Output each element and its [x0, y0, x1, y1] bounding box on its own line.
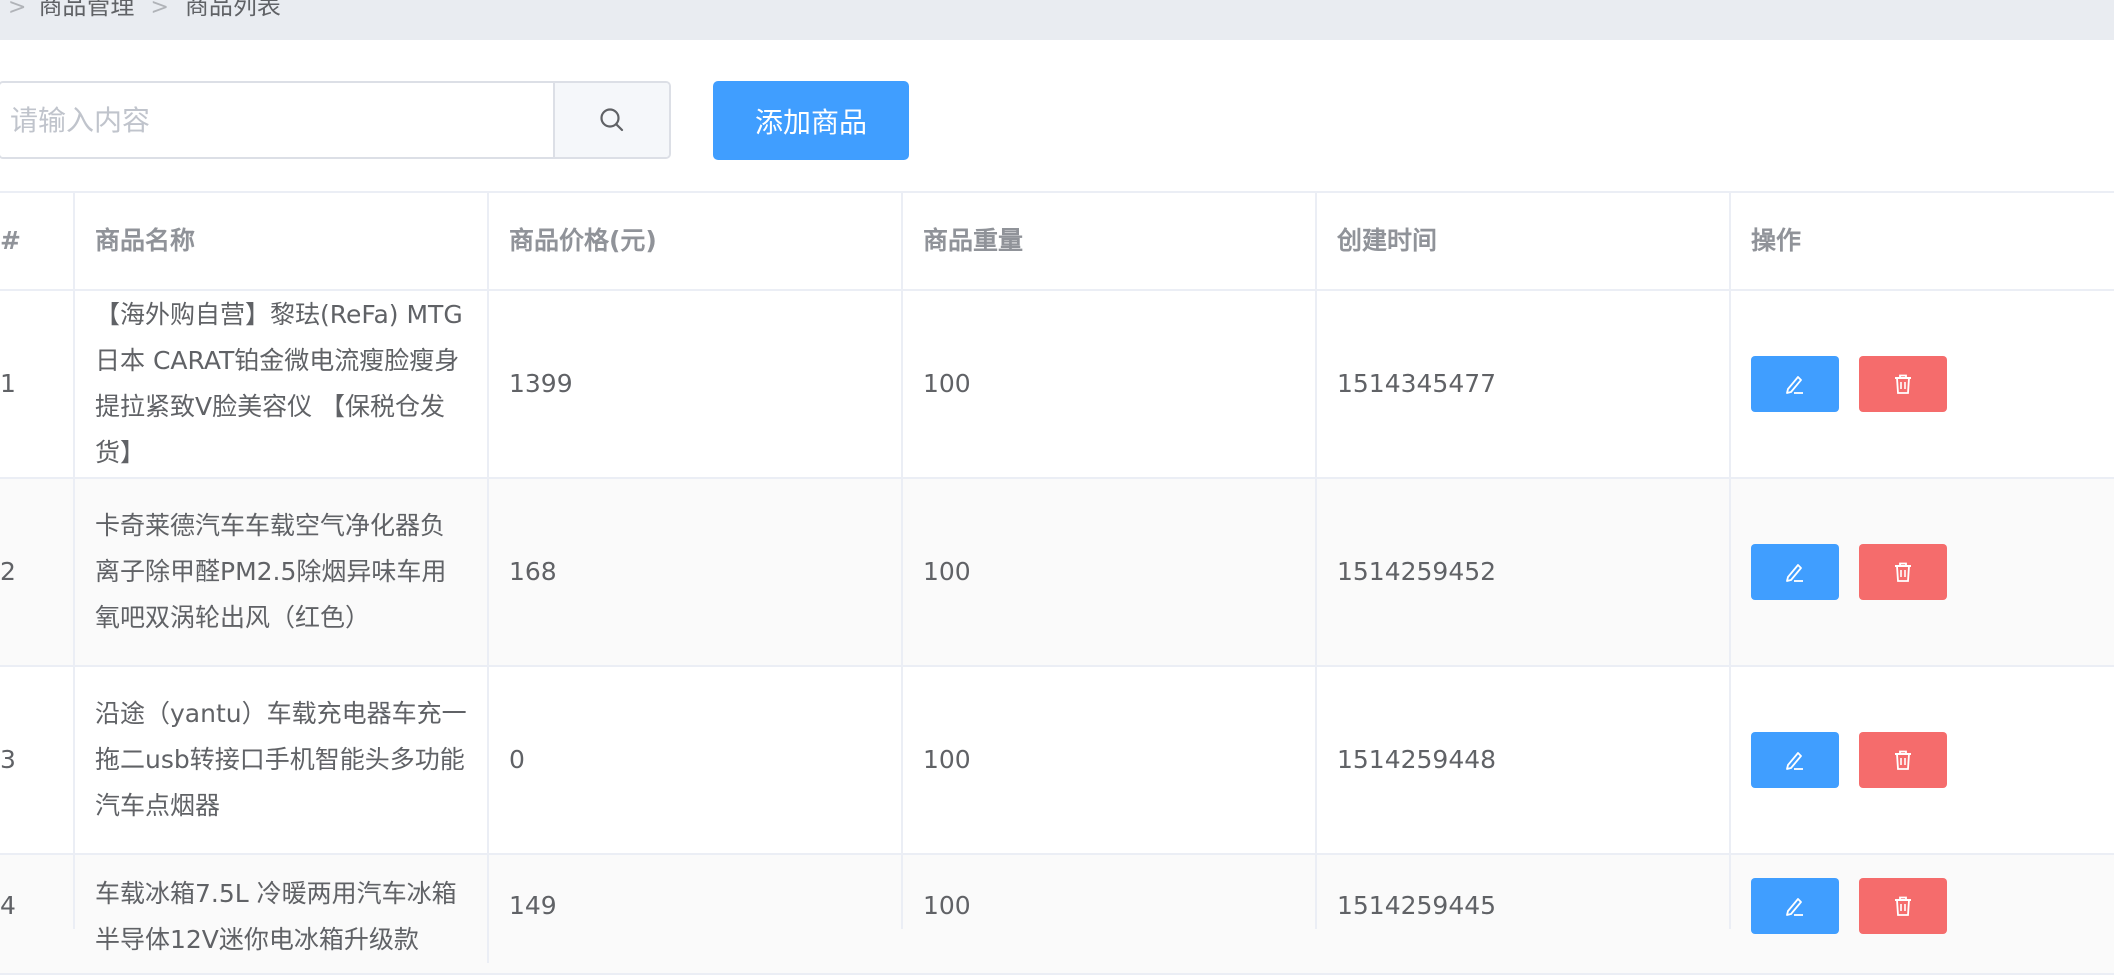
- goods-weight: 100: [903, 667, 1317, 853]
- header-price: 商品价格(元): [489, 193, 903, 289]
- goods-name-text: 沿途（yantu）车载充电器车充一拖二usb转接口手机智能头多功能汽车点烟器: [95, 699, 467, 820]
- goods-name: 【海外购自营】黎珐(ReFa) MTG日本 CARAT铂金微电流瘦脸瘦身提拉紧致…: [75, 291, 489, 477]
- breadcrumb-separator: >: [8, 0, 27, 20]
- delete-button[interactable]: [1859, 356, 1947, 412]
- edit-icon: [1786, 898, 1803, 916]
- delete-button[interactable]: [1859, 732, 1947, 788]
- goods-name-text: 车载冰箱7.5L 冷暖两用汽车冰箱半导体12V迷你电冰箱升级款: [95, 879, 457, 954]
- edit-button[interactable]: [1751, 878, 1839, 934]
- header-created: 创建时间: [1317, 193, 1731, 289]
- edit-icon: [1786, 376, 1803, 394]
- search-icon: [600, 108, 624, 132]
- goods-name-text: 【海外购自营】黎珐(ReFa) MTG日本 CARAT铂金微电流瘦脸瘦身提拉紧致…: [95, 300, 463, 467]
- trash-icon: [1895, 750, 1911, 770]
- edit-button[interactable]: [1751, 732, 1839, 788]
- edit-button[interactable]: [1751, 544, 1839, 600]
- goods-name-text: 卡奇莱德汽车车载空气净化器负离子除甲醛PM2.5除烟异味车用氧吧双涡轮出风（红色…: [95, 511, 447, 632]
- top-bar: > 商品管理 > 商品列表: [0, 0, 2114, 40]
- header-weight: 商品重量: [903, 193, 1317, 289]
- goods-created: 1514259448: [1317, 667, 1731, 853]
- row-index: 4: [0, 855, 75, 929]
- goods-price: 149: [489, 855, 903, 929]
- goods-name: 沿途（yantu）车载充电器车充一拖二usb转接口手机智能头多功能汽车点烟器: [75, 667, 489, 853]
- breadcrumb-separator: >: [150, 0, 169, 20]
- table-row: 2 卡奇莱德汽车车载空气净化器负离子除甲醛PM2.5除烟异味车用氧吧双涡轮出风（…: [0, 479, 2114, 667]
- goods-name: 卡奇莱德汽车车载空气净化器负离子除甲醛PM2.5除烟异味车用氧吧双涡轮出风（红色…: [75, 479, 489, 665]
- row-index: 2: [0, 479, 75, 665]
- header-name: 商品名称: [75, 193, 489, 289]
- search-input[interactable]: [0, 83, 554, 157]
- header-index: #: [0, 193, 75, 289]
- search-box: [0, 81, 671, 159]
- header-actions: 操作: [1751, 226, 1802, 255]
- table-row: 1 【海外购自营】黎珐(ReFa) MTG日本 CARAT铂金微电流瘦脸瘦身提拉…: [0, 291, 2114, 479]
- add-goods-button[interactable]: 添加商品: [713, 81, 909, 160]
- goods-price: 0: [489, 667, 903, 853]
- table-header-row: # 商品名称 商品价格(元) 商品重量 创建时间 操作: [0, 193, 2114, 291]
- delete-button[interactable]: [1859, 544, 1947, 600]
- row-actions: [1731, 855, 2114, 934]
- goods-created: 1514259452: [1317, 479, 1731, 665]
- breadcrumb-item-goods-list: 商品列表: [184, 0, 281, 20]
- goods-price: 1399: [489, 291, 903, 477]
- table-row: 4 车载冰箱7.5L 冷暖两用汽车冰箱半导体12V迷你电冰箱升级款 149 10…: [0, 855, 2114, 975]
- goods-weight: 100: [903, 855, 1317, 929]
- table-row: 3 沿途（yantu）车载充电器车充一拖二usb转接口手机智能头多功能汽车点烟器…: [0, 667, 2114, 855]
- edit-button[interactable]: [1751, 356, 1839, 412]
- goods-name: 车载冰箱7.5L 冷暖两用汽车冰箱半导体12V迷你电冰箱升级款: [75, 855, 489, 963]
- breadcrumb: > 商品管理 > 商品列表: [8, 0, 281, 21]
- breadcrumb-item-goods-management[interactable]: 商品管理: [38, 0, 134, 20]
- goods-weight: 100: [903, 291, 1317, 477]
- trash-icon: [1895, 374, 1911, 394]
- trash-icon: [1895, 896, 1911, 916]
- goods-price: 168: [489, 479, 903, 665]
- goods-created: 1514345477: [1317, 291, 1731, 477]
- goods-created: 1514259445: [1317, 855, 1731, 929]
- row-index: 1: [0, 291, 75, 477]
- row-actions: [1731, 667, 2114, 853]
- row-actions: [1731, 291, 2114, 477]
- goods-weight: 100: [903, 479, 1317, 665]
- edit-icon: [1786, 564, 1803, 582]
- search-button[interactable]: [553, 83, 669, 157]
- edit-icon: [1786, 752, 1803, 770]
- row-index: 3: [0, 667, 75, 853]
- trash-icon: [1895, 562, 1911, 582]
- delete-button[interactable]: [1859, 878, 1947, 934]
- goods-table: # 商品名称 商品价格(元) 商品重量 创建时间 操作 1 【海外购自营】黎珐(…: [0, 191, 2114, 975]
- row-actions: [1731, 479, 2114, 665]
